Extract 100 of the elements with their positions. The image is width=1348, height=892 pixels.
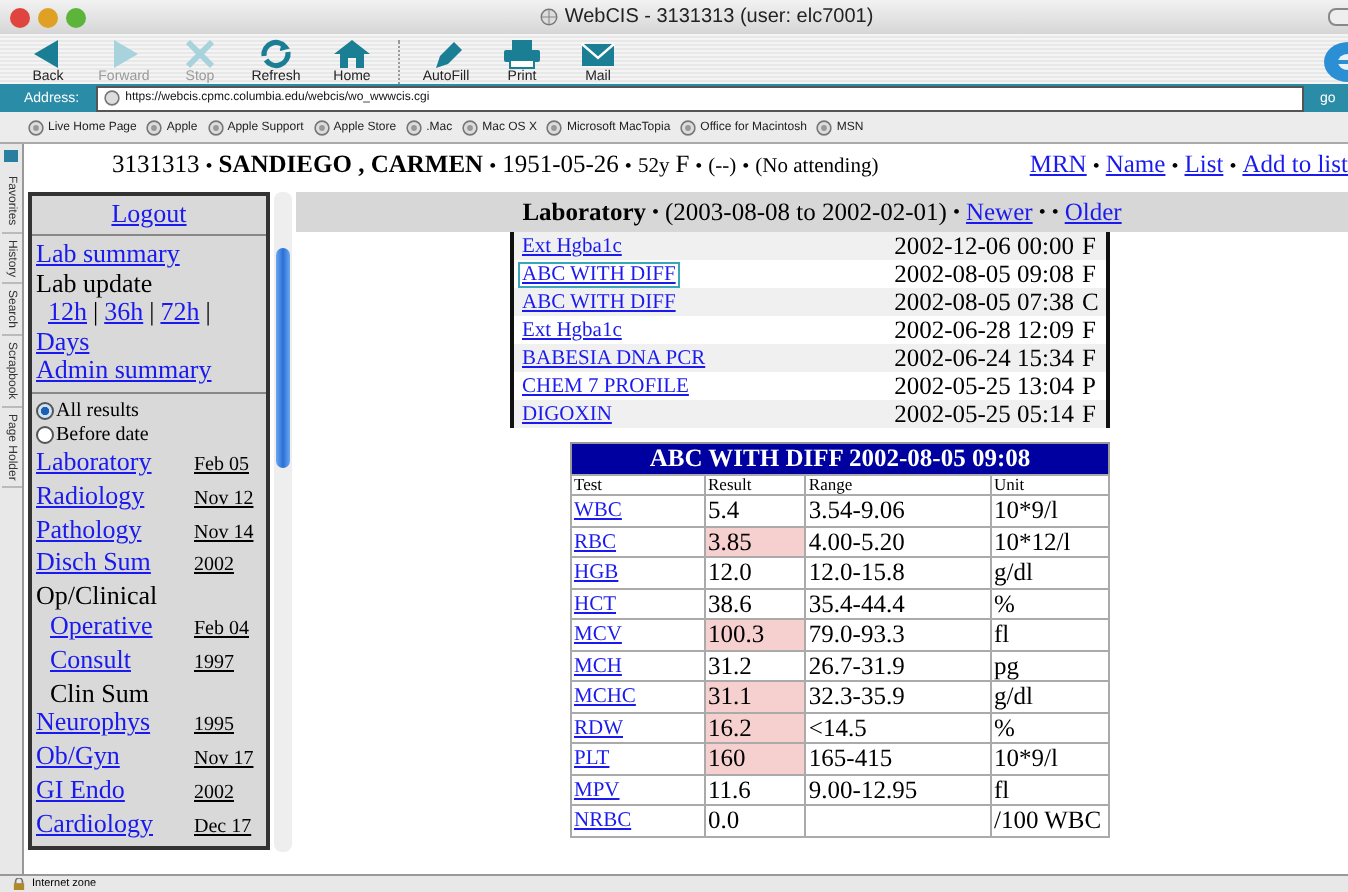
header-link[interactable]: Add to list xyxy=(1242,149,1348,179)
result-cell: 31.1 xyxy=(705,681,806,712)
nav-link[interactable]: Days xyxy=(36,327,262,357)
table-cell: F xyxy=(1078,344,1108,372)
bullet-separator: • xyxy=(1229,155,1237,177)
bullet-separator: • xyxy=(205,155,213,177)
table-cell: 32.3-35.9 xyxy=(805,681,991,712)
nav-link[interactable]: Consult xyxy=(50,645,131,676)
refresh-icon xyxy=(256,38,296,70)
table-cell: F xyxy=(1078,260,1108,288)
result-cell: 100.3 xyxy=(705,619,806,650)
hours-link[interactable]: 12h xyxy=(48,298,87,328)
toolbar-toggle-button[interactable] xyxy=(1328,8,1348,26)
column-header: Unit xyxy=(991,475,1109,495)
table-cell: 10*9/l xyxy=(991,743,1109,774)
bullet-separator: • xyxy=(742,155,750,177)
table-cell: 9.00-12.95 xyxy=(805,774,991,805)
table-cell: fl xyxy=(991,619,1109,650)
sidebar-handle-icon[interactable] xyxy=(4,150,18,162)
nav-date: 1997 xyxy=(194,649,236,678)
nav-link[interactable]: Cardiology xyxy=(36,809,153,840)
radio-label: Before date xyxy=(56,423,149,448)
table-cell: P xyxy=(1078,372,1108,400)
test-link[interactable]: PLT xyxy=(574,748,610,771)
hours-link[interactable]: 72h xyxy=(160,298,200,328)
header-link[interactable]: List xyxy=(1184,149,1224,179)
nav-link[interactable]: Operative xyxy=(50,611,153,642)
radio-button[interactable] xyxy=(36,426,54,445)
header-text: F xyxy=(675,149,690,179)
table-cell: 2002-05-25 13:04 xyxy=(804,372,1078,400)
lab-order-link[interactable]: CHEM 7 PROFILE xyxy=(518,374,693,400)
result-cell: 5.4 xyxy=(705,495,806,526)
table-cell: <14.5 xyxy=(805,712,991,743)
column-header: Range xyxy=(805,475,991,495)
lab-order-link[interactable]: BABESIA DNA PCR xyxy=(518,346,710,372)
column-header: Test xyxy=(571,475,705,495)
hours-link[interactable]: 36h xyxy=(104,298,144,328)
table-cell: 2002-08-05 07:38 xyxy=(804,288,1078,316)
nav-date: 2002 xyxy=(194,779,236,808)
table-cell: C xyxy=(1078,288,1108,316)
radio-button[interactable] xyxy=(36,402,54,421)
nav-label: Clin Sum xyxy=(50,679,149,709)
nav-label: Lab update xyxy=(36,269,153,299)
header-text: 1951-05-26 xyxy=(502,149,619,179)
header-link[interactable]: Older xyxy=(1064,197,1122,227)
result-cell: 3.85 xyxy=(705,526,806,557)
zoom-button[interactable] xyxy=(66,7,86,27)
table-cell: g/dl xyxy=(991,557,1109,588)
header-text: 3131313 xyxy=(112,149,200,179)
lab-order-link[interactable]: ABC WITH DIFF xyxy=(518,262,680,288)
result-cell: 11.6 xyxy=(705,774,806,805)
header-text: (--) xyxy=(708,155,737,177)
nav-link[interactable]: Radiology xyxy=(36,481,145,512)
nav-date: Nov 14 xyxy=(194,519,256,548)
printer-icon xyxy=(502,38,542,70)
nav-label: Op/Clinical xyxy=(36,582,158,612)
minimize-button[interactable] xyxy=(38,7,58,27)
bullet-separator: • xyxy=(1051,201,1059,223)
home-icon xyxy=(332,38,372,70)
nav-link[interactable]: Laboratory xyxy=(36,447,152,478)
table-cell: 2002-06-28 12:09 xyxy=(804,316,1078,344)
lab-order-link[interactable]: DIGOXIN xyxy=(518,402,616,428)
lab-order-link[interactable]: Ext Hgba1c xyxy=(518,318,626,344)
logout-link[interactable]: Logout xyxy=(111,198,187,228)
header-link[interactable]: Newer xyxy=(965,197,1033,227)
scroll-thumb[interactable] xyxy=(276,248,290,468)
pipe-separator: | xyxy=(205,298,211,328)
header-title: Laboratory xyxy=(522,197,646,227)
table-cell: 10*9/l xyxy=(991,495,1109,526)
table-cell: 79.0-93.3 xyxy=(805,619,991,650)
lab-order-link[interactable]: ABC WITH DIFF xyxy=(518,290,680,316)
close-button[interactable] xyxy=(10,7,30,27)
nav-link[interactable]: Ob/Gyn xyxy=(36,742,120,772)
nav-link[interactable]: Admin summary xyxy=(36,356,262,386)
lab-order-link[interactable]: Ext Hgba1c xyxy=(518,234,626,260)
table-cell: g/dl xyxy=(991,681,1109,712)
nav-date: Feb 04 xyxy=(194,615,251,644)
nav-link[interactable]: Pathology xyxy=(36,515,142,545)
header-title: SANDIEGO , CARMEN xyxy=(218,149,484,179)
table-cell: F xyxy=(1078,400,1108,428)
result-cell: 160 xyxy=(705,743,806,774)
lock-icon xyxy=(12,878,26,890)
scrollbar[interactable] xyxy=(274,192,292,852)
nav-link[interactable]: GI Endo xyxy=(36,775,125,806)
pipe-separator: | xyxy=(93,298,99,328)
header-link[interactable]: Name xyxy=(1105,149,1166,179)
table-cell: /100 WBC xyxy=(991,805,1109,836)
nav-link[interactable]: Disch Sum xyxy=(36,548,151,579)
header-link[interactable]: MRN xyxy=(1029,149,1087,179)
window-title: WebCIS - 3131313 (user: elc7001) xyxy=(564,6,874,28)
table-cell: 2002-05-25 05:14 xyxy=(804,400,1078,428)
table-cell: F xyxy=(1078,232,1108,260)
bullet-separator: • xyxy=(624,155,632,177)
nav-date: 2002 xyxy=(194,552,236,581)
bullet-separator: • xyxy=(695,155,703,177)
nav-link[interactable]: Lab summary xyxy=(36,240,262,270)
nav-date: Dec 17 xyxy=(194,813,254,842)
bullet-separator: • xyxy=(1171,155,1179,177)
header-text: (No attending) xyxy=(755,155,879,177)
nav-link[interactable]: Neurophys xyxy=(36,708,151,739)
